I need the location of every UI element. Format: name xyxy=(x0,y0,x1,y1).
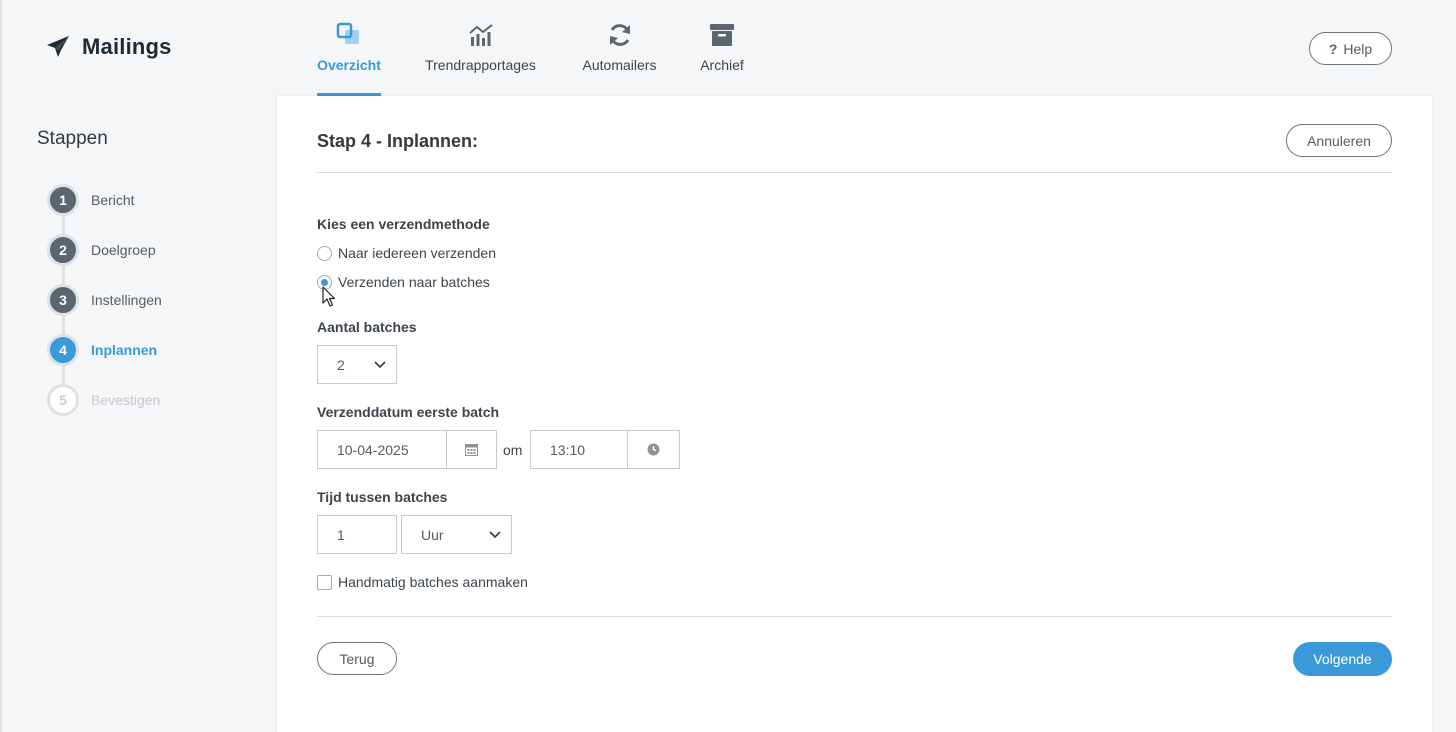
clock-icon xyxy=(647,443,660,456)
step-inplannen[interactable]: 4 Inplannen xyxy=(47,334,157,366)
tab-trendrapportages[interactable]: Trendrapportages xyxy=(421,0,540,96)
tab-label: Trendrapportages xyxy=(425,57,536,73)
paper-plane-icon xyxy=(47,36,69,57)
interval-label: Tijd tussen batches xyxy=(317,489,448,505)
select-value: 2 xyxy=(337,356,345,373)
batch-count-select[interactable]: 2 xyxy=(317,345,397,384)
app-brand[interactable]: Mailings xyxy=(46,34,172,60)
header-divider xyxy=(317,172,1392,173)
calendar-button[interactable] xyxy=(447,430,497,469)
manual-batches-checkbox[interactable] xyxy=(317,574,332,590)
step-number: 3 xyxy=(47,284,79,316)
app-title: Mailings xyxy=(82,34,172,59)
send-method-label: Kies een verzendmethode xyxy=(317,216,490,232)
tab-label: Automailers xyxy=(582,57,657,73)
first-batch-date-label: Verzenddatum eerste batch xyxy=(317,404,500,420)
interval-unit-select[interactable]: Uur xyxy=(401,515,512,554)
step-bevestigen: 5 Bevestigen xyxy=(47,384,160,416)
help-label: Help xyxy=(1343,40,1373,57)
cancel-button[interactable]: Annuleren xyxy=(1286,124,1392,157)
main-panel: Stap 4 - Inplannen: Annuleren Kies een v… xyxy=(277,96,1432,732)
footer-divider xyxy=(317,616,1392,617)
step-number: 4 xyxy=(47,334,79,366)
back-button[interactable]: Terug xyxy=(317,642,397,675)
step-number: 2 xyxy=(47,234,79,266)
step-number: 5 xyxy=(47,384,79,416)
batch-count-label: Aantal batches xyxy=(317,319,417,335)
step-instellingen[interactable]: 3 Instellingen xyxy=(47,284,162,316)
time-connector-text: om xyxy=(503,442,523,458)
chevron-down-icon xyxy=(374,360,386,368)
step-label: Bericht xyxy=(91,192,135,208)
tab-automailers[interactable]: Automailers xyxy=(580,0,659,96)
page-title: Stap 4 - Inplannen: xyxy=(317,131,479,151)
step-label: Inplannen xyxy=(91,342,158,358)
mouse-cursor-icon xyxy=(322,286,336,307)
refresh-icon xyxy=(609,24,630,46)
radio-button[interactable] xyxy=(317,245,332,261)
help-icon: ? xyxy=(1328,40,1338,57)
chevron-down-icon xyxy=(489,530,501,538)
select-value: Uur xyxy=(421,526,444,543)
overview-icon xyxy=(336,22,359,44)
interval-amount-input[interactable]: 1 xyxy=(317,515,397,554)
chart-icon xyxy=(468,24,493,46)
sidebar-title: Stappen xyxy=(37,128,108,149)
date-input[interactable]: 10-04-2025 xyxy=(317,430,447,469)
help-button[interactable]: ? Help xyxy=(1309,32,1392,65)
radio-label: Naar iedereen verzenden xyxy=(338,245,496,261)
time-picker-button[interactable] xyxy=(628,430,680,469)
manual-batches-checkbox-row[interactable]: Handmatig batches aanmaken xyxy=(317,574,528,590)
main-navigation: Overzicht Trendrapportages Automailers A… xyxy=(300,0,745,96)
archive-icon xyxy=(710,24,734,46)
time-input[interactable]: 13:10 xyxy=(530,430,628,469)
radio-send-in-batches[interactable]: Verzenden naar batches xyxy=(317,274,490,290)
tab-label: Archief xyxy=(700,57,744,73)
next-button[interactable]: Volgende xyxy=(1293,642,1392,676)
radio-label: Verzenden naar batches xyxy=(338,274,490,290)
step-label: Instellingen xyxy=(91,292,162,308)
step-label: Doelgroep xyxy=(91,242,156,258)
calendar-icon xyxy=(465,444,478,456)
window-edge xyxy=(0,0,2,732)
step-number: 1 xyxy=(47,184,79,216)
checkbox-label: Handmatig batches aanmaken xyxy=(338,574,528,590)
step-label: Bevestigen xyxy=(91,392,161,408)
tab-overzicht[interactable]: Overzicht xyxy=(317,0,381,96)
tab-archief[interactable]: Archief xyxy=(699,0,745,96)
radio-send-to-all[interactable]: Naar iedereen verzenden xyxy=(317,245,496,261)
step-doelgroep[interactable]: 2 Doelgroep xyxy=(47,234,156,266)
step-bericht[interactable]: 1 Bericht xyxy=(47,184,135,216)
tab-label: Overzicht xyxy=(317,57,381,73)
